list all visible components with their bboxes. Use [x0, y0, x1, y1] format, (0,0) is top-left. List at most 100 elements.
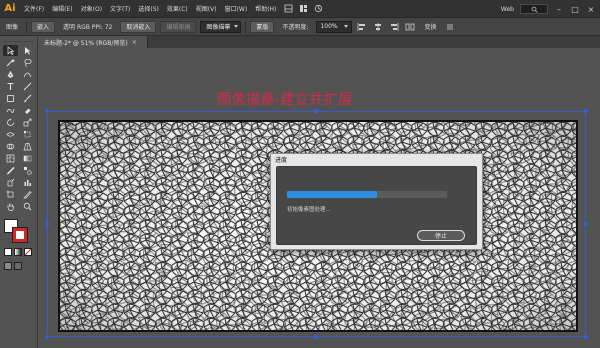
selection-type-label: 图像: [6, 24, 19, 31]
slice-tool-icon[interactable]: [20, 189, 35, 200]
mask-button[interactable]: 蒙版: [250, 20, 275, 33]
menu-file[interactable]: 文件(F): [20, 4, 48, 13]
dialog-body: 初始像素图处理... 停止: [276, 166, 477, 245]
menu-right-group: Web – □ ×: [501, 0, 600, 18]
mesh-tool-icon[interactable]: [3, 153, 18, 164]
curvature-tool-icon[interactable]: [20, 69, 35, 80]
progress-bar: [287, 191, 447, 198]
hand-tool-icon[interactable]: [3, 201, 18, 212]
bounding-handle[interactable]: [314, 335, 318, 339]
shape-builder-tool-icon[interactable]: [3, 141, 18, 152]
transform-link[interactable]: 变换: [418, 22, 442, 31]
direct-selection-tool-icon[interactable]: [20, 45, 35, 56]
align-center-icon[interactable]: [372, 21, 384, 33]
image-trace-dropdown[interactable]: 图像描摹: [200, 20, 242, 33]
bounding-handle[interactable]: [584, 222, 588, 226]
bridge-icon[interactable]: [284, 4, 293, 13]
screen-mode-icon[interactable]: [14, 262, 22, 270]
divider: [245, 20, 247, 33]
chevron-down-icon: [234, 25, 239, 28]
bounding-handle[interactable]: [584, 109, 588, 113]
symbol-sprayer-tool-icon[interactable]: [3, 177, 18, 188]
blend-tool-icon[interactable]: [20, 165, 35, 176]
search-icon: [531, 6, 538, 13]
progress-dialog: 进度 初始像素图处理... 停止: [270, 153, 483, 250]
line-tool-icon[interactable]: [20, 81, 35, 92]
bounding-handle[interactable]: [584, 335, 588, 339]
align-left-icon[interactable]: [356, 21, 368, 33]
opacity-field[interactable]: 100%: [316, 20, 353, 33]
control-bar: 图像 嵌入 透明 RGB PPI: 72 取消嵌入 编辑原稿 图像描摹 蒙版 不…: [0, 18, 600, 36]
width-tool-icon[interactable]: [3, 129, 18, 140]
menu-edit[interactable]: 编辑(E): [48, 4, 76, 13]
scale-tool-icon[interactable]: [20, 117, 35, 128]
gradient-tool-icon[interactable]: [20, 153, 35, 164]
close-tab-icon[interactable]: ×: [132, 39, 137, 46]
document-tab[interactable]: 未标题-2* @ 51% (RGB/预览) ×: [38, 36, 148, 48]
fill-stroke-swatches[interactable]: [4, 219, 34, 245]
menu-object[interactable]: 对象(O): [77, 4, 106, 13]
draw-mode-icon[interactable]: [4, 262, 12, 270]
selection-tool-icon[interactable]: [3, 45, 18, 56]
tools-panel: [0, 36, 38, 348]
menu-type[interactable]: 文字(T): [106, 4, 134, 13]
bounding-handle[interactable]: [45, 109, 49, 113]
none-mode-button[interactable]: [24, 248, 32, 256]
paintbrush-tool-icon[interactable]: [20, 93, 35, 104]
menu-bar: Ai 文件(F) 编辑(E) 对象(O) 文字(T) 选择(S) 效果(C) 视…: [0, 0, 600, 18]
menu-view[interactable]: 视图(V): [192, 4, 221, 13]
type-tool-icon[interactable]: [3, 81, 18, 92]
dialog-title: 进度: [271, 154, 482, 164]
pen-tool-icon[interactable]: [3, 69, 18, 80]
close-window-icon[interactable]: ×: [586, 5, 596, 14]
stop-button[interactable]: 停止: [417, 230, 465, 241]
gpu-performance-icon[interactable]: [314, 4, 323, 13]
stroke-swatch[interactable]: [12, 227, 28, 243]
graph-tool-icon[interactable]: [20, 177, 35, 188]
free-transform-tool-icon[interactable]: [20, 129, 35, 140]
chevron-down-icon: [344, 25, 349, 28]
progress-bar-fill: [287, 191, 377, 198]
panel-menu-icon[interactable]: [444, 21, 456, 33]
opacity-value: 100%: [320, 23, 338, 30]
gradient-mode-button[interactable]: [14, 248, 22, 256]
bounding-handle[interactable]: [314, 109, 318, 113]
bounding-handle[interactable]: [45, 222, 49, 226]
canvas-annotation-title: 图像描摹-建立并扩展: [217, 92, 353, 108]
maximize-icon[interactable]: □: [570, 5, 580, 14]
rotate-tool-icon[interactable]: [3, 117, 18, 128]
menu-window[interactable]: 窗口(W): [221, 4, 252, 13]
illustrator-logo: Ai: [4, 3, 16, 14]
distribute-icon[interactable]: [404, 21, 416, 33]
menu-help[interactable]: 帮助(H): [251, 4, 280, 13]
workspace-switcher[interactable]: Web: [501, 6, 514, 13]
color-mode-button[interactable]: [4, 248, 12, 256]
eraser-tool-icon[interactable]: [20, 105, 35, 116]
eyedropper-tool-icon[interactable]: [3, 165, 18, 176]
cancel-embed-button[interactable]: 取消嵌入: [120, 20, 157, 33]
zoom-tool-icon[interactable]: [20, 201, 35, 212]
lasso-tool-icon[interactable]: [20, 57, 35, 68]
opacity-label: 不透明度:: [282, 24, 309, 31]
minimize-icon[interactable]: –: [554, 5, 564, 14]
search-help-field[interactable]: [520, 4, 548, 14]
image-trace-label: 图像描摹: [206, 24, 231, 31]
edit-original-button[interactable]: 编辑原稿: [160, 20, 197, 33]
embed-button[interactable]: 嵌入: [31, 20, 56, 33]
menu-tools: [284, 4, 323, 13]
align-right-icon[interactable]: [388, 21, 400, 33]
arrange-documents-icon[interactable]: [299, 4, 308, 13]
rectangle-tool-icon[interactable]: [3, 93, 18, 104]
menu-select[interactable]: 选择(S): [134, 4, 163, 13]
menu-effect[interactable]: 效果(C): [163, 4, 192, 13]
shaper-tool-icon[interactable]: [3, 105, 18, 116]
divider: [26, 20, 28, 33]
color-mode-row: [0, 245, 37, 259]
tool-grid: [0, 42, 37, 215]
image-info-label: 透明 RGB PPI: 72: [63, 24, 113, 31]
magic-wand-tool-icon[interactable]: [3, 57, 18, 68]
perspective-tool-icon[interactable]: [20, 141, 35, 152]
bounding-handle[interactable]: [45, 335, 49, 339]
artboard-tool-icon[interactable]: [3, 189, 18, 200]
document-tab-title: 未标题-2* @ 51% (RGB/预览): [44, 39, 128, 47]
